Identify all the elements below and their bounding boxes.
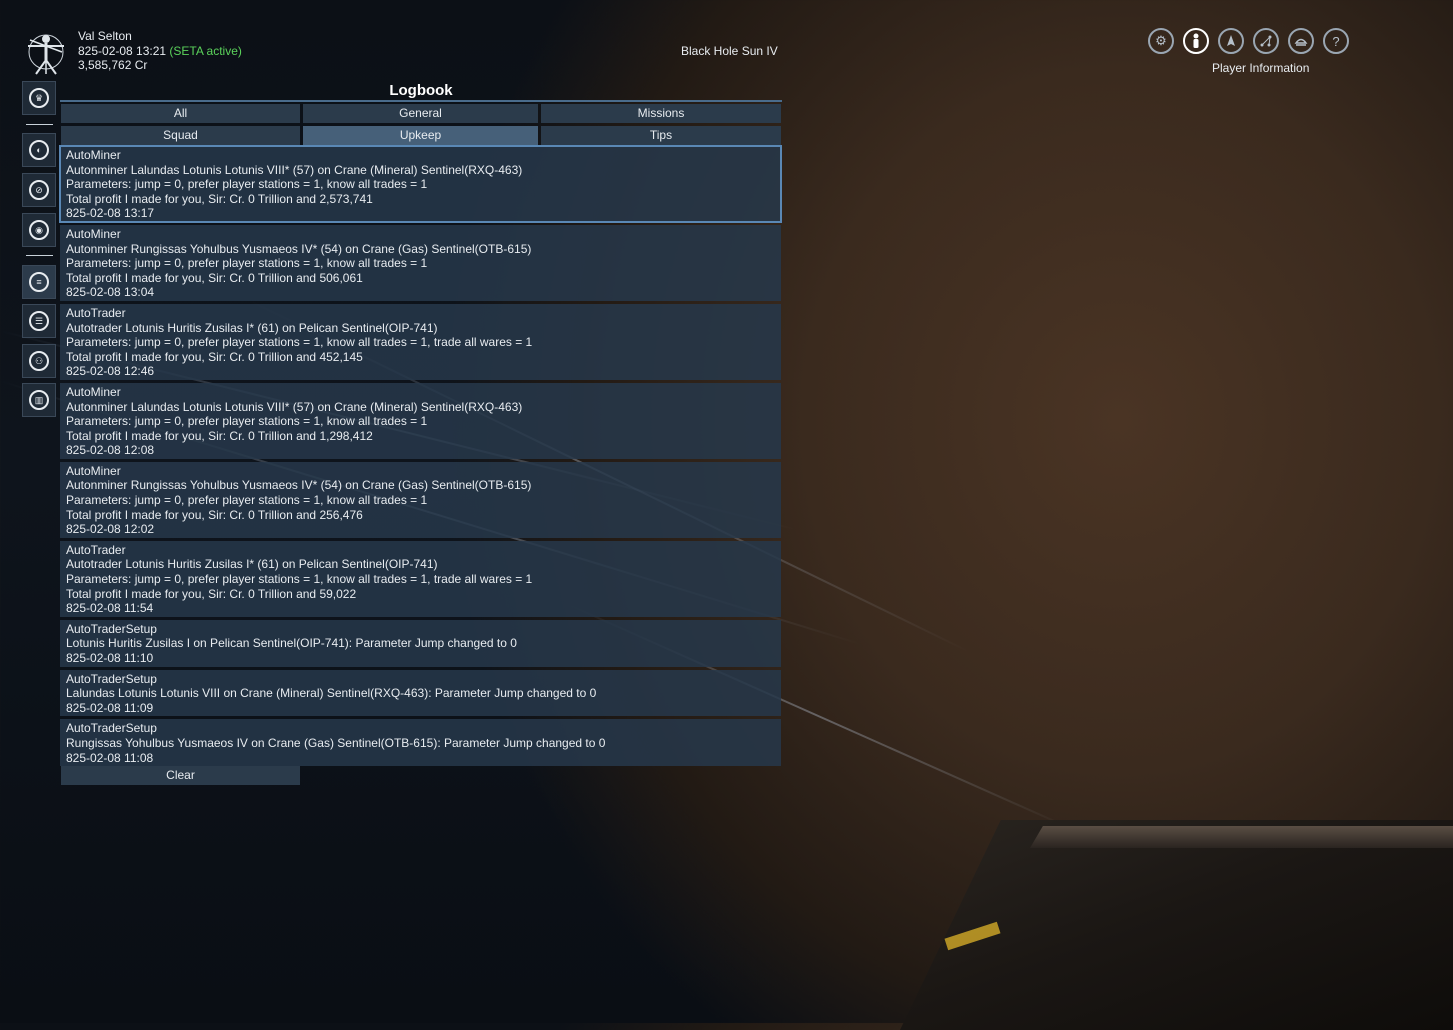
encyclopedia-icon[interactable] — [1288, 28, 1314, 54]
entry-time: 825-02-08 11:09 — [66, 700, 154, 715]
tab-all[interactable]: All — [61, 104, 300, 123]
entry-time: 825-02-08 12:08 — [66, 443, 155, 458]
side-separator — [26, 255, 53, 256]
tab-missions[interactable]: Missions — [541, 104, 781, 123]
entry-title: AutoTraderSetup — [66, 721, 157, 736]
options-icon[interactable]: ☰ — [22, 304, 56, 338]
log-entry[interactable]: AutoMiner Autonminer Lalundas Lotunis Lo… — [60, 382, 781, 459]
entry-line: Lalundas Lotunis Lotunis VIII on Crane (… — [66, 686, 597, 701]
entry-time: 825-02-08 11:10 — [66, 651, 154, 665]
log-entry[interactable]: AutoMiner Autonminer Rungissas Yohulbus … — [60, 224, 781, 301]
player-avatar-icon — [24, 30, 68, 76]
entry-title: AutoTraderSetup — [66, 621, 157, 636]
entry-line: Autonminer Rungissas Yohulbus Yusmaeos I… — [66, 478, 532, 493]
entry-title: AutoMiner — [66, 148, 121, 162]
player-name: Val Selton — [78, 29, 132, 43]
entry-line: Rungissas Yohulbus Yusmaeos IV on Crane … — [66, 735, 606, 750]
entry-line: Parameters: jump = 0, prefer player stat… — [66, 414, 428, 429]
entry-line: Parameters: jump = 0, prefer player stat… — [66, 335, 533, 350]
entry-line: Total profit I made for you, Sir: Cr. 0 … — [66, 270, 363, 285]
gear-icon[interactable]: ⚙ — [1148, 28, 1174, 54]
entry-title: AutoMiner — [66, 463, 121, 478]
entry-time: 825-02-08 11:54 — [66, 601, 154, 616]
seta-status: (SETA active) — [169, 44, 242, 58]
tab-upkeep[interactable]: Upkeep — [303, 126, 538, 145]
entry-title: AutoTrader — [66, 305, 126, 320]
side-separator — [26, 124, 53, 125]
help-icon[interactable]: ? — [1323, 28, 1349, 54]
entry-line: Parameters: jump = 0, prefer player stat… — [66, 493, 428, 508]
entry-time: 825-02-08 13:17 — [66, 206, 155, 221]
game-date-value: 825-02-08 13:21 — [78, 44, 167, 58]
entry-line: Parameters: jump = 0, prefer player stat… — [66, 572, 533, 587]
entry-line: Parameters: jump = 0, prefer player stat… — [66, 256, 428, 271]
entry-line: Autonminer Rungissas Yohulbus Yusmaeos I… — [66, 241, 532, 256]
entry-line: Parameters: jump = 0, prefer player stat… — [66, 177, 428, 192]
log-entry[interactable]: AutoTraderSetup Lotunis Huritis Zusilas … — [60, 619, 781, 667]
entry-line: Autonminer Lalundas Lotunis Lotunis VIII… — [66, 399, 523, 414]
log-entry[interactable]: AutoMiner Autonminer Rungissas Yohulbus … — [60, 461, 781, 538]
map-icon[interactable] — [1253, 28, 1279, 54]
logbook-title: Logbook — [389, 82, 453, 99]
tab-tips[interactable]: Tips — [541, 126, 781, 145]
entry-time: 825-02-08 12:46 — [66, 364, 155, 379]
entry-title: AutoTraderSetup — [66, 671, 157, 686]
entry-line: Total profit I made for you, Sir: Cr. 0 … — [66, 349, 363, 364]
cockpit-edge — [1030, 826, 1453, 848]
entry-line: Lotunis Huritis Zusilas I on Pelican Sen… — [66, 636, 517, 651]
title-divider — [60, 100, 782, 102]
entry-line: Autonminer Lalundas Lotunis Lotunis VIII… — [66, 162, 523, 177]
entry-line: Autotrader Lotunis Huritis Zusilas I* (6… — [66, 320, 438, 335]
logbook-icon[interactable]: ≡ — [22, 265, 56, 299]
globe-icon[interactable]: ◐ — [22, 133, 56, 167]
log-entry[interactable]: AutoMiner Autonminer Lalundas Lotunis Lo… — [59, 145, 782, 223]
entry-title: AutoMiner — [66, 384, 121, 399]
player-icon[interactable] — [1183, 28, 1209, 54]
logbook-entries: AutoMiner Autonminer Lalundas Lotunis Lo… — [59, 145, 782, 769]
top-menu-active-label: Player Information — [1212, 61, 1310, 75]
entry-time: 825-02-08 13:04 — [66, 285, 155, 300]
entry-time: 825-02-08 11:08 — [66, 750, 154, 765]
log-entry[interactable]: AutoTrader Autotrader Lotunis Huritis Zu… — [60, 303, 781, 380]
entry-line: Total profit I made for you, Sir: Cr. 0 … — [66, 507, 363, 522]
log-entry[interactable]: AutoTraderSetup Lalundas Lotunis Lotunis… — [60, 669, 781, 717]
tab-general[interactable]: General — [303, 104, 538, 123]
entry-line: Total profit I made for you, Sir: Cr. 0 … — [66, 191, 373, 206]
entry-title: AutoTrader — [66, 542, 126, 557]
entry-time: 825-02-08 12:02 — [66, 522, 155, 537]
ship-icon[interactable] — [1218, 28, 1244, 54]
entry-line: Total profit I made for you, Sir: Cr. 0 … — [66, 586, 357, 601]
log-entry[interactable]: AutoTrader Autotrader Lotunis Huritis Zu… — [60, 540, 781, 617]
entry-line: Autotrader Lotunis Huritis Zusilas I* (6… — [66, 557, 438, 572]
compass-icon[interactable]: ⊘ — [22, 173, 56, 207]
crown-icon[interactable]: ♛ — [22, 81, 56, 115]
faction-icon[interactable]: ◉ — [22, 213, 56, 247]
current-sector: Black Hole Sun IV — [681, 44, 778, 58]
log-entry[interactable]: AutoTraderSetup Rungissas Yohulbus Yusma… — [60, 719, 781, 767]
stats-icon[interactable]: ▥ — [22, 383, 56, 417]
entry-title: AutoMiner — [66, 226, 121, 241]
game-date: 825-02-08 13:21 (SETA active) — [78, 44, 242, 58]
top-menu: ⚙ ? — [1148, 28, 1349, 54]
entry-line: Total profit I made for you, Sir: Cr. 0 … — [66, 428, 373, 443]
clear-button[interactable]: Clear — [61, 766, 300, 785]
tab-squad[interactable]: Squad — [61, 126, 300, 145]
personnel-icon[interactable]: ⚇ — [22, 344, 56, 378]
player-credits: 3,585,762 Cr — [78, 58, 148, 72]
